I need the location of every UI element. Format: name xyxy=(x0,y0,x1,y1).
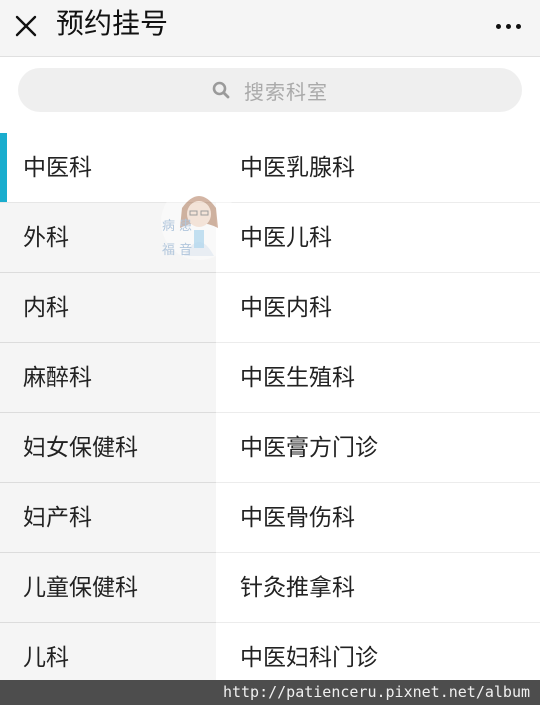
page-title: 预约挂号 xyxy=(56,7,169,40)
search-icon xyxy=(212,81,230,99)
sub-department-item[interactable]: 中医骨伤科 xyxy=(216,483,540,553)
close-button[interactable] xyxy=(6,8,46,44)
close-icon xyxy=(15,15,37,37)
sub-department-item[interactable]: 针灸推拿科 xyxy=(216,553,540,623)
department-item-anesthesia[interactable]: 麻醉科 xyxy=(0,343,216,413)
search-input[interactable]: 搜索科室 xyxy=(18,68,522,112)
department-item-internal[interactable]: 内科 xyxy=(0,273,216,343)
department-item-surgery[interactable]: 外科 xyxy=(0,203,216,273)
sub-department-item[interactable]: 中医膏方门诊 xyxy=(216,413,540,483)
sub-department-list: 中医乳腺科 中医儿科 中医内科 中医生殖科 中医膏方门诊 中医骨伤科 针灸推拿科… xyxy=(216,133,540,693)
more-button[interactable] xyxy=(486,8,530,44)
search-placeholder: 搜索科室 xyxy=(244,79,328,104)
sub-department-item[interactable]: 中医儿科 xyxy=(216,203,540,273)
sub-department-item[interactable]: 中医乳腺科 xyxy=(216,133,540,203)
department-item-tcm[interactable]: 中医科 xyxy=(0,133,216,203)
footer-url: http://patienceru.pixnet.net/album xyxy=(0,680,540,705)
sub-department-item[interactable]: 中医内科 xyxy=(216,273,540,343)
department-item-child-health[interactable]: 儿童保健科 xyxy=(0,553,216,623)
more-horizontal-icon xyxy=(495,23,501,29)
department-item-womens-health[interactable]: 妇女保健科 xyxy=(0,413,216,483)
sub-department-item[interactable]: 中医生殖科 xyxy=(216,343,540,413)
appointment-page: 预约挂号 搜索科室 中医科 外科 内科 麻醉科 妇女保健科 妇产科 儿童保健科 … xyxy=(0,0,540,705)
header-bar: 预约挂号 xyxy=(0,0,540,57)
department-list: 中医科 外科 内科 麻醉科 妇女保健科 妇产科 儿童保健科 儿科 xyxy=(0,133,216,693)
department-item-obstetrics[interactable]: 妇产科 xyxy=(0,483,216,553)
search-section: 搜索科室 xyxy=(0,57,540,131)
